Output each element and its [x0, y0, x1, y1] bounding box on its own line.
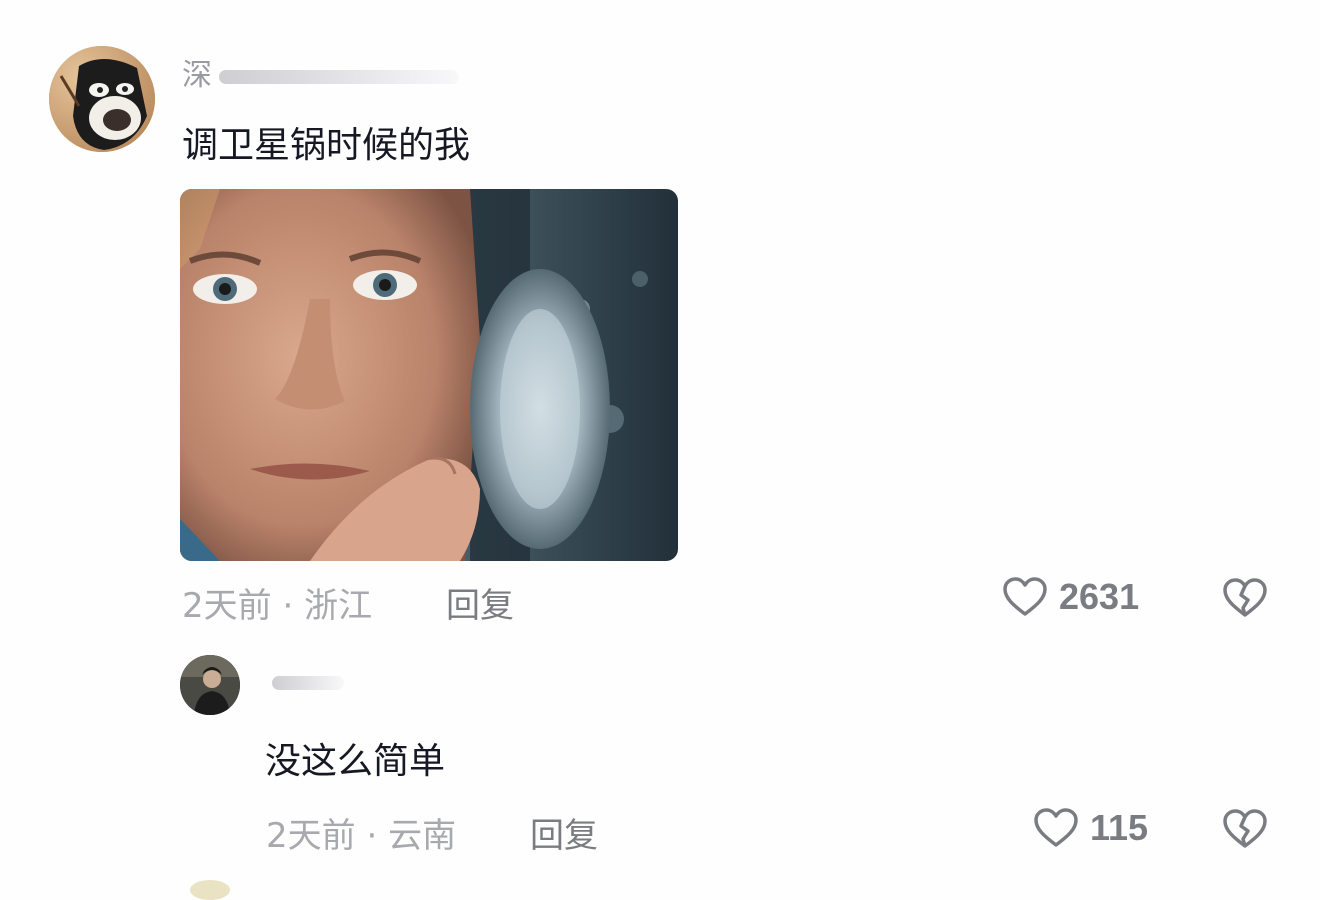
- comment-image[interactable]: [180, 189, 678, 561]
- meme-photo-man-with-safe: [180, 189, 678, 561]
- replier-avatar[interactable]: [180, 655, 240, 715]
- broken-heart-icon: [1223, 578, 1267, 617]
- meta-separator: ·: [271, 586, 305, 626]
- heart-outline-icon: [1034, 808, 1078, 847]
- reply-text: 没这么简单: [265, 741, 446, 782]
- heart-outline-icon: [1003, 577, 1047, 616]
- username-redaction: [219, 69, 459, 84]
- like-count: 115: [1090, 807, 1149, 848]
- reply-button[interactable]: 回复: [446, 578, 514, 627]
- dog-avatar-image: [49, 46, 155, 152]
- person-avatar-image: [180, 655, 240, 715]
- like-button[interactable]: 2631: [1001, 573, 1139, 621]
- reply-meta: 2天前 · 云南: [266, 808, 456, 857]
- comment-text: 调卫星锅时候的我: [182, 125, 471, 166]
- username-redaction: [272, 675, 344, 690]
- broken-heart-icon: [1223, 809, 1267, 848]
- meta-separator: ·: [355, 816, 389, 856]
- reply-button[interactable]: 回复: [530, 808, 598, 857]
- like-count: 2631: [1059, 576, 1140, 617]
- comment-time: 2天前: [182, 586, 272, 626]
- reply-location: 云南: [388, 816, 457, 856]
- reply-time: 2天前: [266, 816, 356, 856]
- dislike-button[interactable]: [1221, 574, 1269, 622]
- like-button[interactable]: 115: [1032, 804, 1148, 852]
- replier-username[interactable]: [266, 664, 344, 699]
- username-text: 深: [182, 58, 213, 93]
- dislike-button[interactable]: [1221, 805, 1269, 853]
- comment-location: 浙江: [304, 586, 373, 626]
- commenter-avatar[interactable]: [49, 46, 155, 152]
- next-comment-avatar-peek: [190, 880, 230, 900]
- comment-meta: 2天前 · 浙江: [182, 578, 372, 627]
- commenter-username[interactable]: 深: [182, 50, 459, 94]
